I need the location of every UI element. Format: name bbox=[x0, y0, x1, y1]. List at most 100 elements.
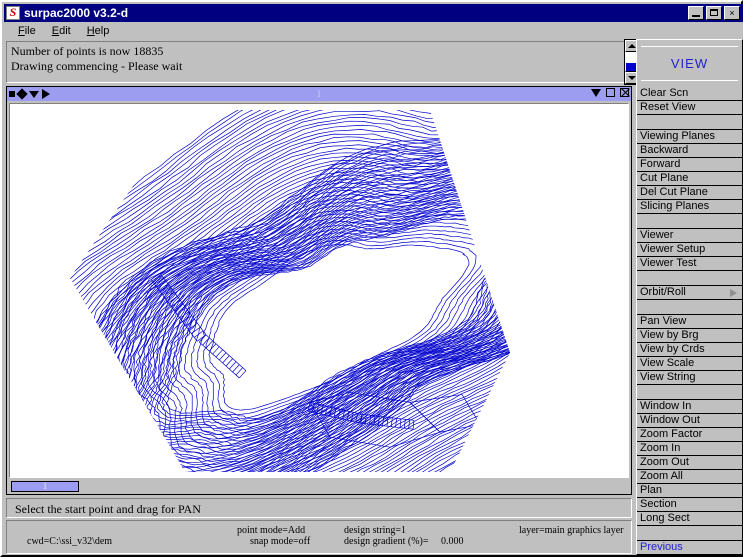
graphics-window: 1 1 bbox=[6, 86, 632, 495]
menu-help[interactable]: Help bbox=[79, 24, 118, 38]
view-menu-title: VIEW bbox=[670, 56, 709, 71]
contour-line bbox=[199, 334, 207, 343]
graphics-window-taskbar-item[interactable]: 1 bbox=[11, 481, 79, 492]
contour-line bbox=[70, 109, 510, 473]
contour-line bbox=[235, 367, 243, 376]
graphics-window-title: 1 bbox=[316, 88, 322, 100]
header-rule-top bbox=[641, 46, 738, 47]
contour-line bbox=[215, 349, 223, 358]
maximize-button[interactable] bbox=[706, 6, 722, 20]
message-line-2: Drawing commencing - Please wait bbox=[11, 59, 183, 73]
contour-line bbox=[70, 109, 510, 473]
menu-item-label: Viewing Planes bbox=[640, 130, 716, 142]
minimize-button[interactable] bbox=[688, 6, 704, 20]
menu-file[interactable]: File bbox=[10, 24, 44, 38]
view-menu-item-previous[interactable]: Previous bbox=[637, 541, 742, 554]
menu-item-label: Reset View bbox=[640, 101, 696, 113]
contour-line bbox=[70, 143, 510, 473]
menu-edit[interactable]: Edit bbox=[44, 24, 79, 38]
contour-line bbox=[177, 224, 507, 435]
view-menu-header: VIEW bbox=[637, 40, 742, 87]
contour-map-graphic bbox=[70, 109, 510, 473]
contour-line bbox=[208, 244, 470, 411]
status-layer: layer=main graphics layer bbox=[519, 525, 624, 536]
menu-item-label: Window In bbox=[640, 400, 692, 412]
status-point-mode: point mode=Add bbox=[237, 525, 306, 536]
menu-item-label: Zoom All bbox=[640, 470, 683, 482]
view-menu-item-del-cut-plane[interactable]: Del Cut Plane bbox=[637, 186, 742, 200]
view-menu-item-zoom-in[interactable]: Zoom In bbox=[637, 442, 742, 456]
menu-item-label: Clear Scn bbox=[640, 87, 689, 99]
status-design-string: design string=1 bbox=[344, 525, 407, 536]
view-menu-item-forward[interactable]: Forward bbox=[637, 158, 742, 172]
view-menu-item-section[interactable]: Section bbox=[637, 498, 742, 512]
menu-item-label: Viewer Setup bbox=[640, 243, 706, 255]
menu-item-label: Section bbox=[640, 498, 677, 510]
menu-item-label: View String bbox=[640, 371, 696, 383]
close-button[interactable]: × bbox=[724, 6, 740, 20]
view-menu-item-view-string[interactable]: View String bbox=[637, 371, 742, 385]
view-menu-item-viewer-test[interactable]: Viewer Test bbox=[637, 257, 742, 271]
status-cwd: cwd=C:\ssi_v32\dem bbox=[27, 536, 113, 547]
view-menu-item-zoom-all[interactable]: Zoom All bbox=[637, 470, 742, 484]
view-menu-item-view-by-crds[interactable]: View by Crds bbox=[637, 343, 742, 357]
menu-item-label: Cut Plane bbox=[640, 172, 689, 184]
view-menu-item-pan-view[interactable]: Pan View bbox=[637, 315, 742, 329]
view-menu-item-clear-scn[interactable]: Clear Scn bbox=[637, 87, 742, 101]
menu-separator bbox=[637, 385, 742, 400]
contour-line bbox=[219, 352, 227, 361]
contour-line bbox=[70, 156, 510, 473]
view-menu-item-orbit-roll[interactable]: Orbit/Roll bbox=[637, 286, 742, 300]
view-menu-item-viewer[interactable]: Viewer bbox=[637, 229, 742, 243]
view-menu-item-viewing-planes[interactable]: Viewing Planes bbox=[637, 130, 742, 144]
contour-line bbox=[222, 355, 230, 364]
contour-line bbox=[70, 109, 510, 473]
view-menu-item-window-in[interactable]: Window In bbox=[637, 400, 742, 414]
view-menu-item-backward[interactable]: Backward bbox=[637, 144, 742, 158]
contour-line bbox=[412, 420, 415, 430]
close-x-icon[interactable] bbox=[620, 88, 629, 97]
contour-line bbox=[70, 109, 510, 473]
window-controls: × bbox=[688, 6, 740, 20]
menu-separator bbox=[637, 300, 742, 315]
contour-line bbox=[377, 416, 380, 426]
menu-item-label: Backward bbox=[640, 144, 689, 156]
view-menu-item-reset-view[interactable]: Reset View bbox=[637, 101, 742, 115]
view-menu-item-view-by-brg[interactable]: View by Brg bbox=[637, 329, 742, 343]
prompt-bar: Select the start point and drag for PAN bbox=[6, 498, 632, 518]
view-menu-item-long-sect[interactable]: Long Sect bbox=[637, 512, 742, 526]
window-title: surpac2000 v3.2-d bbox=[24, 6, 129, 20]
submenu-arrow-icon bbox=[730, 289, 737, 297]
contour-line bbox=[70, 138, 510, 473]
contour-line bbox=[70, 109, 510, 473]
title-bar: surpac2000 v3.2-d × bbox=[4, 4, 743, 22]
menu-item-label: Slicing Planes bbox=[640, 200, 710, 212]
minimize-triangle-icon[interactable] bbox=[591, 88, 601, 97]
view-menu-item-zoom-factor[interactable]: Zoom Factor bbox=[637, 428, 742, 442]
view-menu-item-slicing-planes[interactable]: Slicing Planes bbox=[637, 200, 742, 214]
menu-bar: File Edit Help bbox=[4, 22, 743, 40]
view-menu-item-viewer-setup[interactable]: Viewer Setup bbox=[637, 243, 742, 257]
view-menu-item-zoom-out[interactable]: Zoom Out bbox=[637, 456, 742, 470]
menu-item-label: Window Out bbox=[640, 414, 700, 426]
contour-map-canvas[interactable] bbox=[9, 103, 629, 478]
view-menu-item-cut-plane[interactable]: Cut Plane bbox=[637, 172, 742, 186]
header-rule-bottom bbox=[641, 80, 738, 81]
graphics-window-titlebar[interactable]: 1 bbox=[7, 87, 631, 101]
view-menu-item-view-scale[interactable]: View Scale bbox=[637, 357, 742, 371]
maximize-square-icon[interactable] bbox=[606, 88, 615, 97]
graphics-window-controls bbox=[591, 88, 629, 97]
contour-line bbox=[382, 416, 385, 426]
menu-item-label: Previous bbox=[640, 541, 683, 553]
menu-item-label: Viewer Test bbox=[640, 257, 697, 269]
view-menu-panel: VIEW Clear Scn Reset View Viewing Planes Ba… bbox=[636, 39, 743, 555]
contour-line bbox=[70, 109, 510, 473]
menu-item-label: View by Crds bbox=[640, 343, 705, 355]
view-menu-item-window-out[interactable]: Window Out bbox=[637, 414, 742, 428]
view-menu-item-plan[interactable]: Plan bbox=[637, 484, 742, 498]
menu-item-label: Zoom Factor bbox=[640, 428, 703, 440]
contour-line bbox=[71, 160, 510, 473]
contour-line bbox=[239, 370, 247, 379]
contour-line bbox=[403, 419, 406, 429]
contour-line bbox=[70, 109, 510, 473]
